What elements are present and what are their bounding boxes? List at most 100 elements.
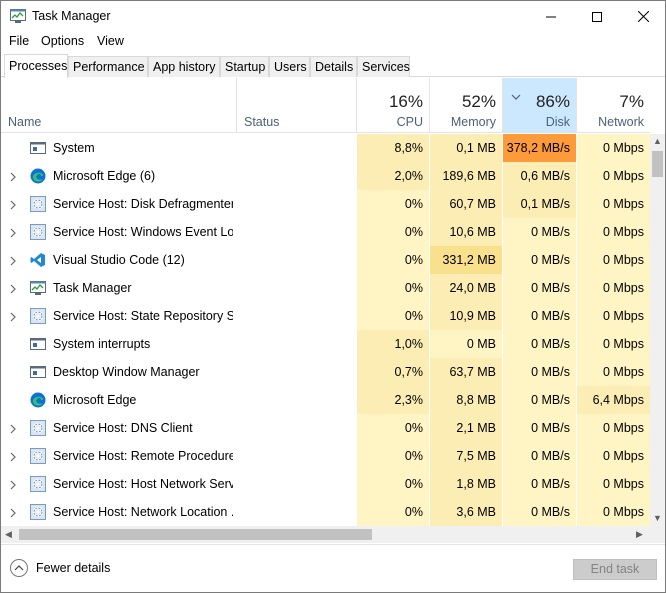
column-header-disk[interactable]: 86% Disk bbox=[502, 78, 576, 133]
chevron-up-icon bbox=[10, 559, 28, 577]
horizontal-scrollbar[interactable]: ◀ ▶ bbox=[1, 526, 665, 543]
window-title: Task Manager bbox=[32, 9, 111, 23]
process-name: Service Host: State Repository S... bbox=[53, 309, 233, 323]
vertical-scroll-thumb[interactable] bbox=[652, 151, 663, 177]
process-name: System interrupts bbox=[53, 337, 151, 351]
process-row[interactable]: Visual Studio Code (12) 0% 331,2 MB 0 MB/s 0… bbox=[1, 246, 650, 274]
scroll-left-icon[interactable]: ◀ bbox=[5, 529, 12, 540]
network-value: 6,4 Mbps bbox=[576, 386, 650, 414]
edge-icon bbox=[30, 168, 46, 184]
network-value: 0 Mbps bbox=[576, 274, 650, 302]
column-header-network[interactable]: 7% Network bbox=[576, 78, 650, 133]
column-header-name[interactable]: Name bbox=[1, 78, 236, 133]
scroll-right-icon[interactable]: ▶ bbox=[636, 529, 643, 540]
process-row[interactable]: Service Host: Network Location ... 0% 3,6 … bbox=[1, 498, 650, 526]
process-row[interactable]: Task Manager 0% 24,0 MB 0 MB/s 0 Mbps bbox=[1, 274, 650, 302]
process-list: System 8,8% 0,1 MB 378,2 MB/s 0 Mbps Microsof… bbox=[1, 134, 650, 526]
network-value: 0 Mbps bbox=[576, 302, 650, 330]
fewer-details-label: Fewer details bbox=[36, 561, 111, 575]
process-name: Service Host: Windows Event Log bbox=[53, 225, 233, 239]
end-task-button[interactable]: End task bbox=[573, 559, 657, 580]
fewer-details-button[interactable]: Fewer details bbox=[10, 559, 110, 577]
process-row[interactable]: Service Host: State Repository S... 0% 10,… bbox=[1, 302, 650, 330]
disk-value: 0 MB/s bbox=[502, 302, 576, 330]
process-row[interactable]: Service Host: Disk Defragmenter 0% 60,7 MB… bbox=[1, 190, 650, 218]
memory-value: 0 MB bbox=[429, 330, 502, 358]
column-disk-label: Disk bbox=[545, 115, 570, 129]
process-row[interactable]: Microsoft Edge 2,3% 8,8 MB 0 MB/s 6,4 Mbps bbox=[1, 386, 650, 414]
chevron-right-icon[interactable] bbox=[9, 507, 17, 518]
tab-details[interactable]: Details bbox=[310, 56, 357, 77]
network-value: 0 Mbps bbox=[576, 330, 650, 358]
process-name: Service Host: Network Location ... bbox=[53, 505, 233, 519]
process-name: Service Host: Remote Procedure... bbox=[53, 449, 233, 463]
cpu-value: 0% bbox=[356, 246, 429, 274]
memory-value: 10,9 MB bbox=[429, 302, 502, 330]
network-value: 0 Mbps bbox=[576, 190, 650, 218]
sort-descending-icon bbox=[511, 94, 521, 100]
process-name: Desktop Window Manager bbox=[53, 365, 200, 379]
chevron-right-icon[interactable] bbox=[9, 479, 17, 490]
gear-icon bbox=[30, 196, 46, 212]
cpu-value: 0% bbox=[356, 414, 429, 442]
memory-value: 8,8 MB bbox=[429, 386, 502, 414]
cpu-value: 0% bbox=[356, 302, 429, 330]
minimize-button[interactable] bbox=[528, 1, 574, 32]
disk-value: 0 MB/s bbox=[502, 442, 576, 470]
process-name: Microsoft Edge (6) bbox=[53, 169, 156, 183]
column-header-memory[interactable]: 52% Memory bbox=[429, 78, 502, 133]
process-row[interactable]: Service Host: Host Network Serv... 0% 1,8 … bbox=[1, 470, 650, 498]
column-header-cpu[interactable]: 16% CPU bbox=[356, 78, 429, 133]
process-row[interactable]: Service Host: Remote Procedure... 0% 7,5 M… bbox=[1, 442, 650, 470]
process-row[interactable]: System interrupts 1,0% 0 MB 0 MB/s 0 Mbps bbox=[1, 330, 650, 358]
tab-performance[interactable]: Performance bbox=[68, 56, 148, 77]
menu-file[interactable]: File bbox=[9, 34, 29, 48]
chevron-right-icon[interactable] bbox=[9, 171, 17, 182]
tab-startup[interactable]: Startup bbox=[220, 56, 269, 77]
maximize-button[interactable] bbox=[574, 1, 620, 32]
column-cpu-label: CPU bbox=[396, 115, 423, 129]
chevron-right-icon[interactable] bbox=[9, 255, 17, 266]
scroll-up-icon[interactable]: ▲ bbox=[653, 136, 662, 146]
menu-view[interactable]: View bbox=[97, 34, 124, 48]
tab-app-history[interactable]: App history bbox=[148, 56, 220, 77]
vertical-scrollbar[interactable]: ▲ ▼ bbox=[650, 134, 665, 526]
column-header-status[interactable]: Status bbox=[236, 78, 356, 133]
network-value: 0 Mbps bbox=[576, 162, 650, 190]
tab-services[interactable]: Services bbox=[357, 56, 410, 77]
process-row[interactable]: System 8,8% 0,1 MB 378,2 MB/s 0 Mbps bbox=[1, 134, 650, 162]
minimize-icon bbox=[546, 16, 556, 17]
scroll-down-icon[interactable]: ▼ bbox=[653, 513, 662, 523]
close-button[interactable] bbox=[620, 1, 666, 32]
tab-processes[interactable]: Processes bbox=[4, 54, 68, 78]
chevron-right-icon[interactable] bbox=[9, 283, 17, 294]
disk-value: 0 MB/s bbox=[502, 246, 576, 274]
chevron-right-icon[interactable] bbox=[9, 423, 17, 434]
disk-value: 0 MB/s bbox=[502, 414, 576, 442]
chevron-right-icon[interactable] bbox=[9, 227, 17, 238]
process-row[interactable]: Desktop Window Manager 0,7% 63,7 MB 0 MB/s 0… bbox=[1, 358, 650, 386]
chevron-right-icon[interactable] bbox=[9, 451, 17, 462]
horizontal-scroll-thumb[interactable] bbox=[19, 529, 372, 540]
chevron-right-icon[interactable] bbox=[9, 311, 17, 322]
process-row[interactable]: Microsoft Edge (6) 2,0% 189,6 MB 0,6 MB/s 0 … bbox=[1, 162, 650, 190]
memory-value: 0,1 MB bbox=[429, 134, 502, 162]
footer: Fewer details End task bbox=[1, 544, 665, 592]
process-name: Service Host: Host Network Serv... bbox=[53, 477, 233, 491]
network-value: 0 Mbps bbox=[576, 246, 650, 274]
gear-icon bbox=[30, 448, 46, 464]
tab-users[interactable]: Users bbox=[269, 56, 310, 77]
disk-value: 0,1 MB/s bbox=[502, 190, 576, 218]
vscode-icon bbox=[30, 252, 46, 268]
memory-value: 1,8 MB bbox=[429, 470, 502, 498]
title-bar[interactable]: Task Manager bbox=[1, 1, 665, 32]
menu-options[interactable]: Options bbox=[41, 34, 84, 48]
chevron-right-icon[interactable] bbox=[9, 199, 17, 210]
process-row[interactable]: Service Host: DNS Client 0% 2,1 MB 0 MB/s 0 … bbox=[1, 414, 650, 442]
gear-icon bbox=[30, 476, 46, 492]
memory-value: 24,0 MB bbox=[429, 274, 502, 302]
network-value: 0 Mbps bbox=[576, 358, 650, 386]
task-manager-icon bbox=[30, 280, 46, 296]
process-row[interactable]: Service Host: Windows Event Log 0% 10,6 MB… bbox=[1, 218, 650, 246]
network-value: 0 Mbps bbox=[576, 498, 650, 526]
